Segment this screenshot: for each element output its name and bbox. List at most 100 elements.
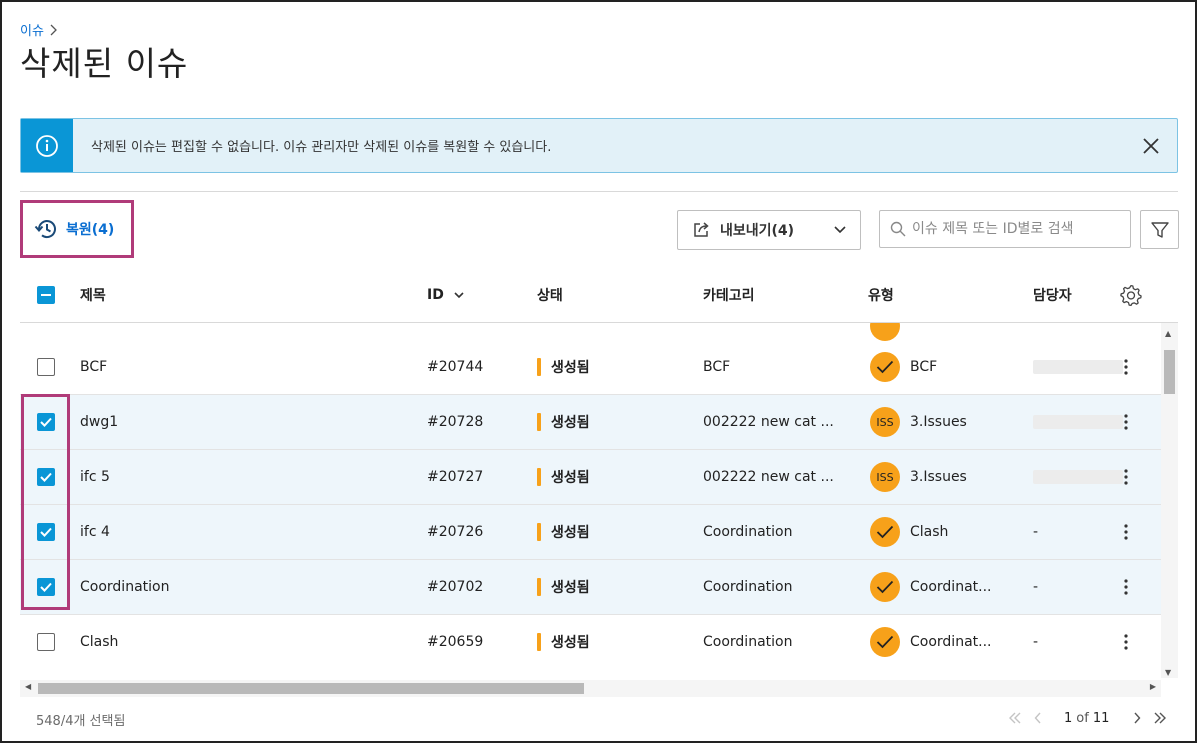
select-all-cell	[37, 268, 55, 322]
close-banner-button[interactable]	[1131, 126, 1171, 166]
issue-title[interactable]: Coordination	[80, 560, 169, 614]
status-label: 생성됨	[551, 360, 590, 376]
issue-category: Coordination	[703, 579, 793, 595]
row-checkbox[interactable]	[37, 358, 55, 376]
export-label: 내보내기(4)	[720, 223, 795, 239]
table-row[interactable]: ifc 4 #20726 생성됨 Coordination Clash -	[20, 505, 1161, 560]
status-label: 생성됨	[551, 415, 590, 431]
assignee-cell	[1033, 450, 1123, 504]
vertical-scrollbar[interactable]: ▲ ▼	[1161, 323, 1178, 678]
issue-title[interactable]: BCF	[80, 340, 107, 394]
row-menu-button[interactable]	[1124, 560, 1128, 614]
table-row[interactable]: dwg1 #20728 생성됨 002222 new cat ... ISS 3.Issu…	[20, 395, 1161, 450]
history-restore-icon	[34, 220, 56, 239]
previous-page-icon[interactable]	[1034, 712, 1042, 724]
search-input[interactable]	[912, 221, 1122, 237]
row-menu-button[interactable]	[1124, 395, 1128, 449]
table-row[interactable]: Clash #20659 생성됨 Coordination Coordinat... -	[20, 615, 1161, 669]
scroll-left-arrow-icon[interactable]: ◀	[25, 682, 31, 691]
status-indicator	[537, 468, 541, 486]
status-indicator	[537, 633, 541, 651]
assignee-value: -	[1033, 524, 1039, 540]
row-checkbox[interactable]	[37, 468, 55, 486]
row-checkbox-cell	[37, 505, 55, 559]
filter-icon	[1150, 221, 1169, 238]
column-header-assignee[interactable]: 담당자	[1033, 268, 1072, 322]
issue-type-icon: ISS	[870, 462, 900, 492]
current-page: 1	[1064, 710, 1073, 726]
issue-category: Coordination	[703, 524, 793, 540]
row-menu-button[interactable]	[1124, 615, 1128, 669]
issue-category: BCF	[703, 359, 731, 375]
issue-type: 3.Issues	[910, 414, 967, 430]
more-vertical-icon	[1124, 524, 1128, 540]
filter-button[interactable]	[1140, 210, 1179, 249]
row-menu-button[interactable]	[1124, 340, 1128, 394]
type-cell: ISS 3.Issues	[870, 395, 967, 449]
row-checkbox[interactable]	[37, 633, 55, 651]
status-cell: 생성됨	[537, 615, 590, 669]
last-page-icon[interactable]	[1153, 712, 1167, 724]
column-header-type[interactable]: 유형	[868, 268, 894, 322]
restore-button[interactable]: 복원(4)	[20, 200, 134, 258]
page-title: 삭제된 이슈	[20, 44, 189, 83]
issue-title[interactable]: Clash	[80, 615, 118, 669]
column-header-category[interactable]: 카테고리	[703, 268, 755, 322]
check-type-icon	[870, 352, 900, 382]
row-checkbox[interactable]	[37, 523, 55, 541]
type-cell: Coordinat...	[870, 560, 991, 614]
status-label: 생성됨	[551, 635, 590, 651]
column-settings-button[interactable]	[1120, 268, 1142, 322]
type-cell: Clash	[870, 505, 948, 559]
assignee-value: -	[1033, 579, 1039, 595]
issue-title[interactable]: dwg1	[80, 395, 118, 449]
issue-type: 3.Issues	[910, 469, 967, 485]
export-button[interactable]: 내보내기(4)	[677, 210, 861, 250]
sort-descending-icon	[454, 291, 464, 298]
select-all-checkbox[interactable]	[37, 286, 55, 304]
status-label: 생성됨	[551, 470, 590, 486]
column-header-id[interactable]: ID	[427, 268, 464, 322]
more-vertical-icon	[1124, 469, 1128, 485]
issue-type: BCF	[910, 359, 938, 375]
issue-id: #20726	[427, 524, 484, 540]
page-of-label: of	[1076, 710, 1089, 726]
row-checkbox[interactable]	[37, 578, 55, 596]
column-header-title[interactable]: 제목	[80, 268, 106, 322]
issue-id: #20727	[427, 469, 484, 485]
check-type-icon	[870, 627, 900, 657]
scroll-right-arrow-icon[interactable]: ▶	[1150, 682, 1156, 691]
issue-category: Coordination	[703, 634, 793, 650]
issue-type: Coordinat...	[910, 634, 992, 650]
scroll-up-arrow-icon[interactable]: ▲	[1165, 329, 1171, 338]
row-menu-button[interactable]	[1124, 505, 1128, 559]
gear-icon	[1120, 285, 1142, 306]
info-icon	[21, 119, 73, 172]
divider	[20, 191, 1178, 192]
scroll-down-arrow-icon[interactable]: ▼	[1165, 668, 1171, 677]
issue-type: Coordinat...	[910, 579, 992, 595]
issue-id: #20659	[427, 634, 484, 650]
column-header-status[interactable]: 상태	[537, 268, 563, 322]
issue-title[interactable]: ifc 4	[80, 505, 110, 559]
horizontal-scrollbar[interactable]: ◀ ▶	[20, 680, 1161, 697]
table-row[interactable]: Coordination #20702 생성됨 Coordination Coordin…	[20, 560, 1161, 615]
table-row[interactable]: BCF #20744 생성됨 BCF BCF	[20, 340, 1161, 395]
chevron-right-icon	[50, 24, 57, 35]
status-cell: 생성됨	[537, 505, 590, 559]
table-row[interactable]: ifc 5 #20727 생성됨 002222 new cat ... ISS 3.Iss…	[20, 450, 1161, 505]
total-pages: 11	[1092, 710, 1110, 726]
issue-title[interactable]: ifc 5	[80, 450, 110, 504]
vertical-scroll-thumb[interactable]	[1164, 350, 1175, 394]
page-indicator: 1 of 11	[1064, 711, 1109, 726]
first-page-icon[interactable]	[1008, 712, 1022, 724]
status-cell: 생성됨	[537, 395, 590, 449]
horizontal-scroll-thumb[interactable]	[38, 683, 584, 694]
row-checkbox-cell	[37, 395, 55, 449]
next-page-icon[interactable]	[1133, 712, 1141, 724]
row-checkbox[interactable]	[37, 413, 55, 431]
chevron-down-icon	[834, 226, 846, 234]
row-menu-button[interactable]	[1124, 450, 1128, 504]
table-body: BCF #20744 생성됨 BCF BCF dwg1 #20728 생성됨 002222 ne…	[20, 323, 1161, 669]
status-cell: 생성됨	[537, 340, 590, 394]
